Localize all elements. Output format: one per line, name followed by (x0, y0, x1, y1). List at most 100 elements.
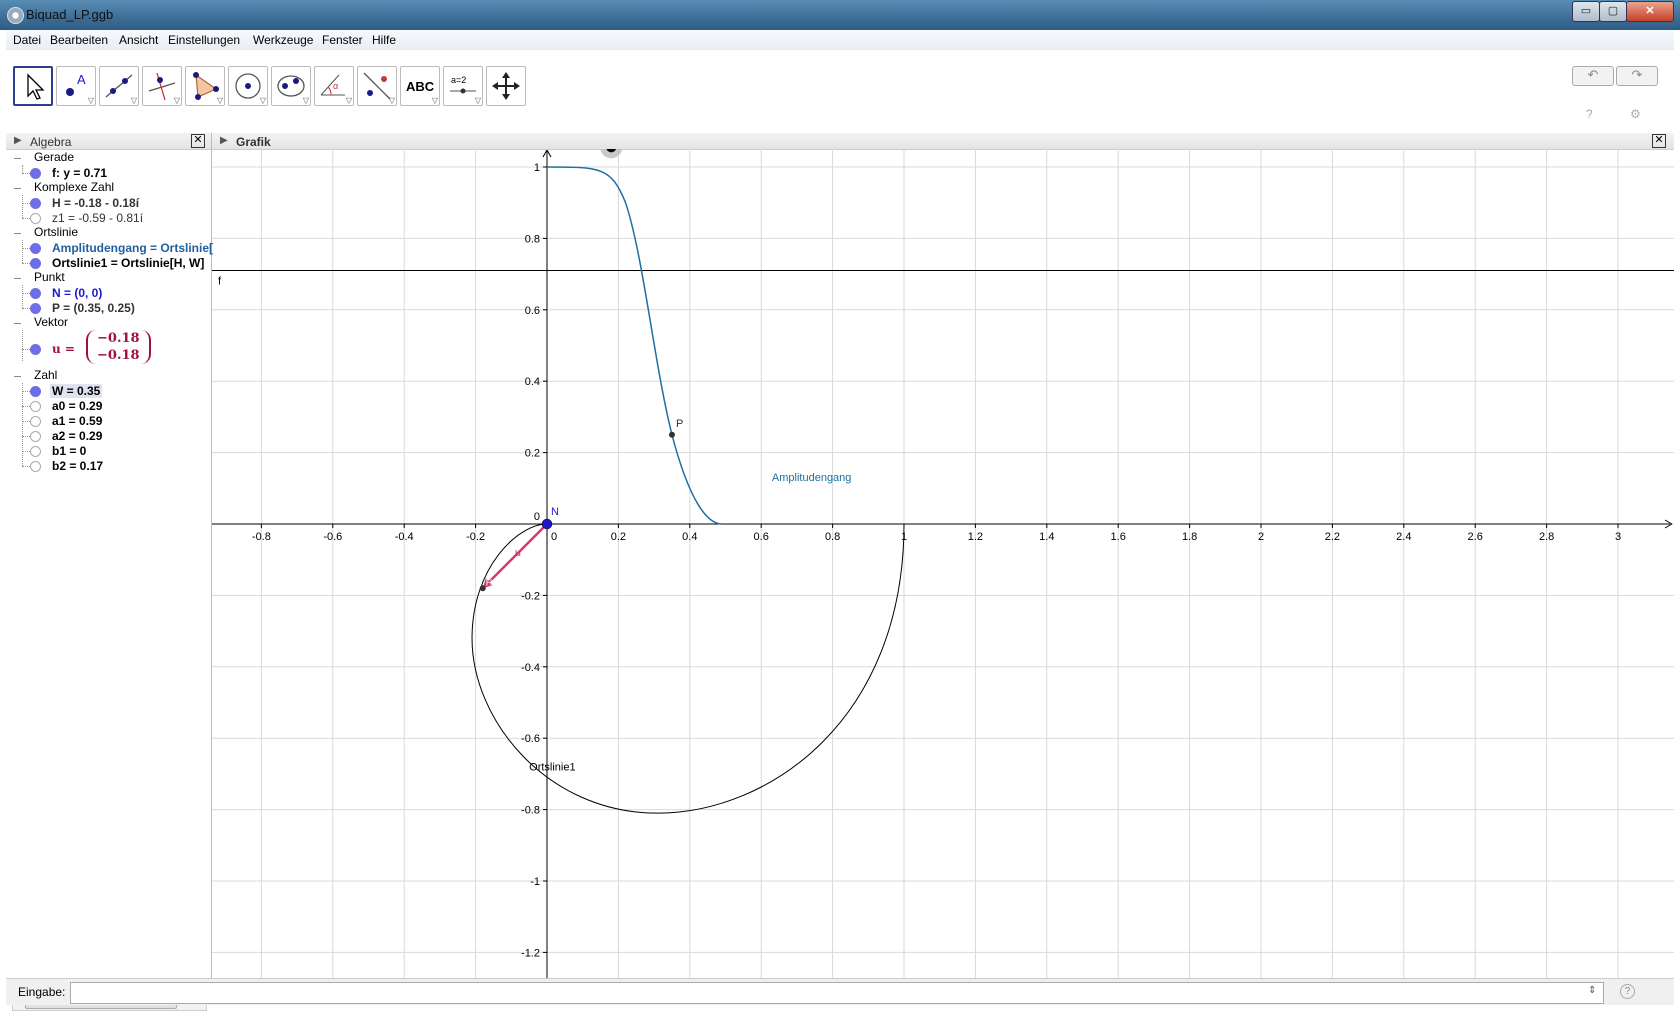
category-toggle[interactable] (14, 376, 21, 377)
conic-tool-button[interactable]: ▽ (271, 66, 311, 106)
visibility-toggle[interactable] (30, 257, 41, 269)
menu-fenster[interactable]: Fenster (322, 33, 363, 47)
algebra-object[interactable]: N = (0, 0) (52, 286, 102, 300)
point-tool-button[interactable]: A ▽ (56, 66, 96, 106)
y-tick-label: -1.2 (521, 947, 540, 959)
point-n[interactable] (541, 518, 553, 530)
gear-icon[interactable]: ⚙ (1630, 107, 1641, 121)
line-tool-button[interactable]: ▽ (99, 66, 139, 106)
question-icon[interactable]: ? (1586, 107, 1593, 121)
panel-toggle-icon[interactable]: ▶ (220, 135, 228, 146)
x-tick-label: 2.6 (1468, 531, 1483, 543)
menu-einstellungen[interactable]: Einstellungen (168, 33, 240, 47)
tree-line (22, 285, 23, 308)
menu-datei[interactable]: Datei (13, 33, 41, 47)
x-tick-label: 0.8 (825, 531, 840, 543)
algebra-object[interactable]: u = −0.18 −0.18 (52, 330, 151, 364)
text-tool-button[interactable]: ABC ▽ (400, 66, 440, 106)
algebra-object[interactable]: a0 = 0.29 (52, 399, 102, 413)
algebra-object[interactable]: W = 0.35 (50, 384, 103, 398)
window-title: Biquad_LP.ggb (26, 7, 114, 22)
menu-bar: Datei Bearbeiten Ansicht Einstellungen W… (6, 30, 1674, 50)
algebra-object[interactable]: f: y = 0.71 (52, 166, 107, 180)
menu-bearbeiten[interactable]: Bearbeiten (50, 33, 108, 47)
category-toggle[interactable] (14, 323, 21, 324)
graphics-canvas[interactable]: -0.8 -0.6 -0.4 -0.2 0 0.2 0.4 0.6 0.8 1 1.2 1.4 1.6 1… (212, 149, 1674, 1003)
tree-connector (22, 307, 30, 309)
algebra-object-text: Ortslinie1 = Ortslinie[H, W] (52, 256, 205, 270)
tree-line (22, 383, 23, 466)
tree-connector (22, 172, 30, 174)
redo-button[interactable]: ↷ (1616, 66, 1658, 86)
panel-toggle-icon[interactable]: ▶ (14, 135, 22, 146)
angle-tool-button[interactable]: α ▽ (314, 66, 354, 106)
algebra-object-text: a1 = 0.59 (52, 414, 103, 428)
arrow-cursor-icon (27, 73, 45, 100)
x-tick-label: 1.2 (968, 531, 983, 543)
dropdown-icon[interactable]: ⇕ (1588, 985, 1596, 996)
category-toggle[interactable] (14, 233, 21, 234)
visibility-toggle[interactable] (30, 400, 41, 412)
algebra-object-text: a2 = 0.29 (52, 429, 103, 443)
move-view-tool-button[interactable] (486, 66, 526, 106)
tree-connector (22, 405, 30, 407)
x-tick-label: 0.4 (682, 531, 697, 543)
algebra-object[interactable]: b1 = 0 (52, 444, 86, 458)
algebra-object[interactable]: z1 = -0.59 - 0.81í (52, 211, 143, 225)
visibility-toggle[interactable] (30, 344, 41, 355)
algebra-object[interactable]: P = (0.35, 0.25) (52, 301, 135, 315)
maximize-button[interactable]: ▢ (1599, 1, 1627, 22)
title-bar: Biquad_LP.ggb ▭ ▢ ✕ (0, 0, 1680, 30)
category-toggle[interactable] (14, 188, 21, 189)
menu-werkzeuge[interactable]: Werkzeuge (253, 33, 313, 47)
visibility-toggle[interactable] (30, 167, 41, 179)
algebra-object[interactable]: b2 = 0.17 (52, 459, 103, 473)
slider-tool-button[interactable]: a=2 ▽ (443, 66, 483, 106)
algebra-object[interactable]: a1 = 0.59 (52, 414, 102, 428)
visibility-toggle[interactable] (30, 415, 41, 427)
tree-connector (22, 202, 30, 204)
tree-connector (22, 247, 30, 249)
graphics-view[interactable]: ▶ Grafik ✕ -0.8 -0.6 -0.4 -0.2 0 0.2 0.4 0.6 0.8… (212, 133, 1674, 1003)
visibility-toggle[interactable] (30, 385, 41, 397)
algebra-object[interactable]: a2 = 0.29 (52, 429, 102, 443)
menu-hilfe[interactable]: Hilfe (372, 33, 396, 47)
algebra-object-text: u = (52, 342, 75, 356)
vector-u-label: u (515, 547, 521, 559)
visibility-toggle[interactable] (30, 242, 41, 254)
close-panel-icon[interactable]: ✕ (1652, 134, 1666, 148)
undo-button[interactable]: ↶ (1572, 66, 1614, 86)
visibility-toggle[interactable] (30, 445, 41, 457)
input-label: Eingabe: (18, 985, 66, 999)
point-p[interactable] (668, 431, 675, 438)
minimize-button[interactable]: ▭ (1572, 1, 1600, 22)
algebra-object[interactable]: H = -0.18 - 0.18í (52, 196, 139, 210)
visibility-toggle[interactable] (30, 197, 41, 209)
amplitude-response-curve[interactable] (546, 166, 722, 525)
close-button[interactable]: ✕ (1626, 1, 1674, 22)
close-panel-icon[interactable]: ✕ (191, 134, 205, 148)
algebra-object[interactable]: Amplitudengang = Ortslinie[ (52, 241, 213, 255)
x-tick-label: 1.8 (1182, 531, 1197, 543)
visibility-toggle[interactable] (30, 430, 41, 442)
graphics-header: ▶ Grafik ✕ (212, 133, 1674, 150)
algebra-object[interactable]: Ortslinie1 = Ortslinie[H, W] (52, 256, 204, 270)
circle-tool-button[interactable]: ▽ (228, 66, 268, 106)
tree-connector (22, 262, 30, 264)
line-f-label: f (218, 276, 222, 288)
visibility-toggle[interactable] (30, 460, 41, 472)
input-field[interactable] (70, 982, 1604, 1004)
perpendicular-tool-button[interactable]: ▽ (142, 66, 182, 106)
polygon-tool-button[interactable]: ▽ (185, 66, 225, 106)
visibility-toggle[interactable] (30, 287, 41, 299)
category-toggle[interactable] (14, 158, 21, 159)
category-toggle[interactable] (14, 278, 21, 279)
reflect-tool-button[interactable]: ▽ (357, 66, 397, 106)
visibility-toggle[interactable] (30, 302, 41, 314)
help-icon[interactable]: ? (1620, 984, 1635, 999)
algebra-header: ▶ Algebra ✕ (6, 133, 211, 150)
move-tool-button[interactable] (13, 66, 53, 106)
menu-ansicht[interactable]: Ansicht (119, 33, 158, 47)
visibility-toggle[interactable] (30, 212, 41, 224)
x-tick-label: -0.2 (466, 531, 485, 543)
